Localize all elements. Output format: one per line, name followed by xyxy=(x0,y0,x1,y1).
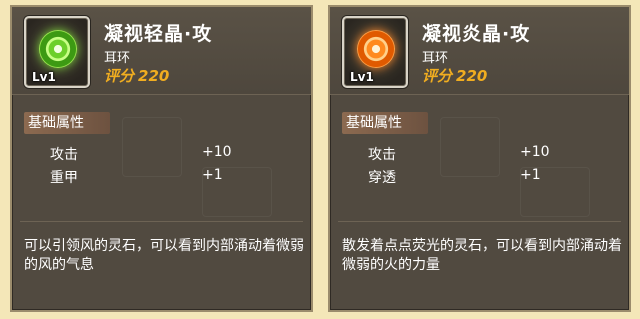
item-icon-frame[interactable]: Lv1 xyxy=(342,16,408,88)
section-divider xyxy=(20,221,303,222)
attribute-label: 攻击 xyxy=(368,147,396,163)
attribute-row: 重甲 +1 xyxy=(12,167,311,187)
attribute-label: 穿透 xyxy=(368,170,396,186)
score-label: 评分 xyxy=(104,67,135,85)
base-attributes-title: 基础属性 xyxy=(24,112,110,134)
item-name: 凝视炎晶·攻 xyxy=(422,23,531,45)
attribute-row: 穿透 +1 xyxy=(330,167,629,187)
item-level: Lv1 xyxy=(32,70,56,84)
attribute-label: 攻击 xyxy=(50,147,78,163)
score-value: 220 xyxy=(456,67,488,85)
item-score: 评分 220 xyxy=(104,65,169,86)
tooltip-stage: Lv1 凝视轻晶·攻 耳环 评分 220 基础属性 攻击 +10 重甲 +1 可以… xyxy=(0,0,640,319)
attribute-value: +10 xyxy=(520,144,550,160)
section-divider xyxy=(338,221,621,222)
item-tooltip-card: Lv1 凝视轻晶·攻 耳环 评分 220 基础属性 攻击 +10 重甲 +1 可以… xyxy=(10,5,313,312)
item-slot: 耳环 xyxy=(422,51,449,66)
score-value: 220 xyxy=(138,67,170,85)
base-attributes-title: 基础属性 xyxy=(342,112,428,134)
item-name: 凝视轻晶·攻 xyxy=(104,23,213,45)
attribute-label: 重甲 xyxy=(50,170,78,186)
attribute-value: +1 xyxy=(520,167,541,183)
item-level: Lv1 xyxy=(350,70,374,84)
attribute-row: 攻击 +10 xyxy=(12,144,311,164)
green-spirit-stone-icon xyxy=(39,30,77,68)
item-score: 评分 220 xyxy=(422,65,487,86)
item-header: Lv1 凝视炎晶·攻 耳环 评分 220 xyxy=(330,7,629,95)
item-slot: 耳环 xyxy=(104,51,131,66)
attribute-value: +1 xyxy=(202,167,223,183)
item-description: 散发着点点荧光的灵石，可以看到内部涌动着微弱的火的力量 xyxy=(342,238,622,273)
item-header: Lv1 凝视轻晶·攻 耳环 评分 220 xyxy=(12,7,311,95)
item-description: 可以引领风的灵石，可以看到内部涌动着微弱的风的气息 xyxy=(24,238,304,273)
attribute-row: 攻击 +10 xyxy=(330,144,629,164)
score-label: 评分 xyxy=(422,67,453,85)
item-icon-frame[interactable]: Lv1 xyxy=(24,16,90,88)
orange-spirit-stone-icon xyxy=(357,30,395,68)
item-tooltip-card: Lv1 凝视炎晶·攻 耳环 评分 220 基础属性 攻击 +10 穿透 +1 散发… xyxy=(328,5,631,312)
attribute-value: +10 xyxy=(202,144,232,160)
